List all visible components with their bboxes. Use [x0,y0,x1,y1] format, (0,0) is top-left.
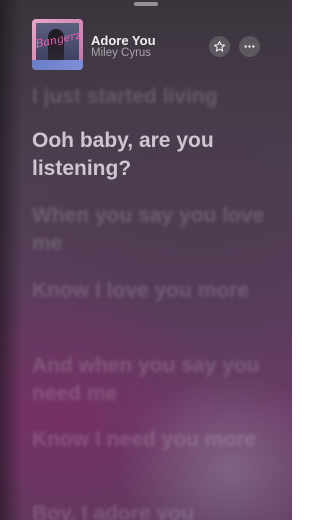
album-artwork[interactable]: Bangerz [32,19,83,70]
lyric-line[interactable]: Know I love you more [32,277,282,305]
screen-edge-shadow [0,0,22,520]
song-artist[interactable]: Miley Cyrus [91,47,151,59]
favorite-button[interactable] [209,36,230,57]
ellipsis-icon [244,45,255,48]
lyrics-screen: Bangerz Adore You Miley Cyrus I just sta… [0,0,292,520]
artwork-bottom-band [32,60,83,70]
lyric-line[interactable]: Boy, I adore you [32,500,282,520]
song-title: Adore You [91,33,156,48]
lyric-line[interactable]: Know I need you more [32,426,282,454]
now-playing-header: Bangerz Adore You Miley Cyrus [0,0,292,78]
lyric-line[interactable]: And when you say you need me [32,352,282,408]
lyric-line[interactable]: I just started living [32,83,282,111]
more-button[interactable] [239,36,260,57]
lyric-line-active[interactable]: Ooh baby, are you listening? [32,127,282,183]
lyric-line[interactable]: When you say you love me [32,202,282,258]
star-icon [213,40,226,52]
